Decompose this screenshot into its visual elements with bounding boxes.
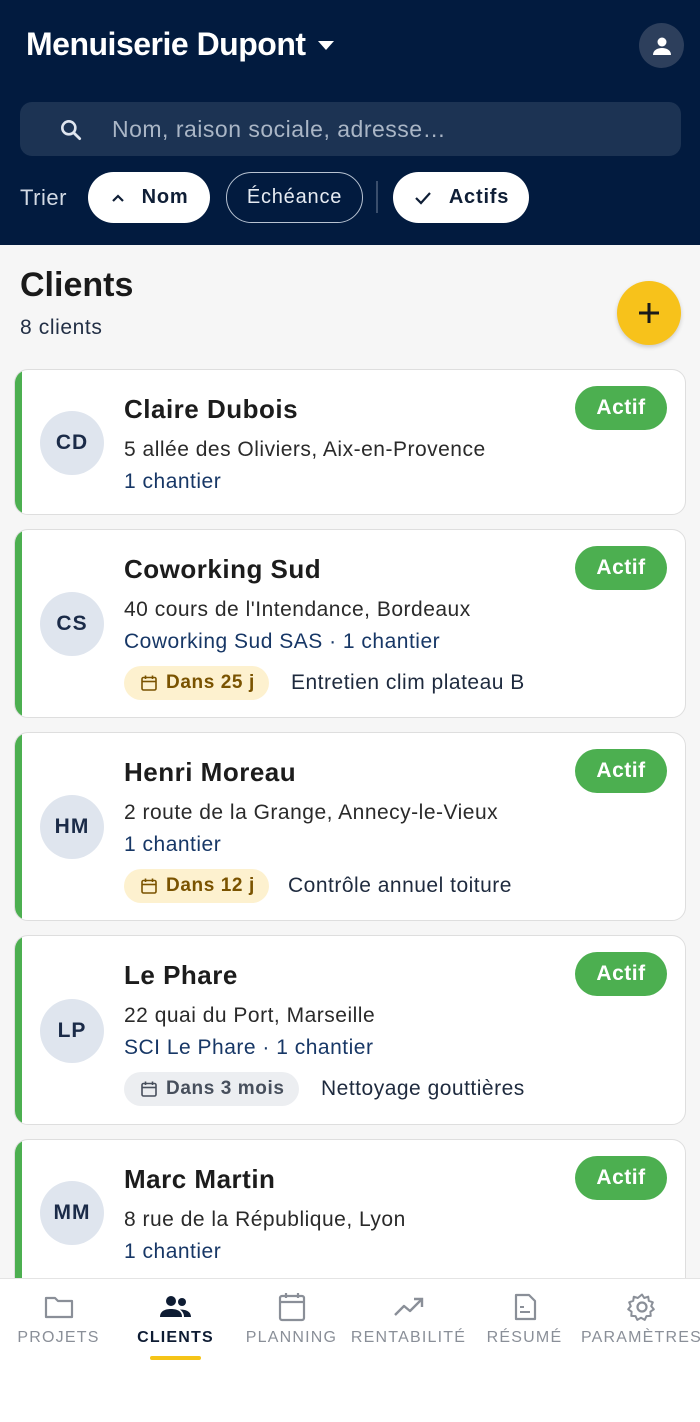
- search-bar: [20, 102, 681, 156]
- client-name: Coworking Sud: [124, 554, 322, 584]
- sort-chip-echeance[interactable]: Échéance: [226, 172, 363, 223]
- client-meta: SCI Le Phare · 1 chantier: [124, 1036, 374, 1059]
- due-label: Dans 3 mois: [166, 1078, 285, 1099]
- nav-label: PROJETS: [17, 1329, 100, 1346]
- client-card[interactable]: HM Henri Moreau 2 route de la Grange, An…: [14, 732, 686, 921]
- document-icon: [514, 1293, 536, 1321]
- company-switcher[interactable]: Menuiserie Dupont: [26, 26, 334, 63]
- due-badge: Dans 12 j: [124, 869, 269, 903]
- chip-label: Échéance: [246, 186, 343, 208]
- app-header: Menuiserie Dupont Trier Nom Échéance Act…: [0, 0, 700, 245]
- nav-label: PARAMÈTRES: [580, 1329, 700, 1346]
- due-label: Dans 25 j: [166, 672, 255, 693]
- client-address: 5 allée des Oliviers, Aix-en-Provence: [124, 438, 486, 461]
- client-name: Marc Martin: [124, 1164, 276, 1194]
- nav-item-parametres[interactable]: PARAMÈTRES: [580, 1279, 700, 1379]
- search-icon: [61, 120, 82, 141]
- nav-item-resume[interactable]: RÉSUMÉ: [466, 1279, 583, 1379]
- folder-icon: [44, 1296, 73, 1319]
- calendar-icon: [141, 1081, 157, 1097]
- profile-button[interactable]: [639, 23, 684, 68]
- chip-label: Nom: [141, 186, 189, 208]
- calendar-icon: [141, 675, 157, 691]
- client-card[interactable]: LP Le Phare 22 quai du Port, Marseille S…: [14, 935, 686, 1125]
- sort-chip-name[interactable]: Nom: [88, 172, 210, 223]
- bottom-nav: PROJETS CLIENTS PLANNING RENTABILITÉ RÉS…: [0, 1278, 700, 1422]
- chip-label: Actifs: [448, 186, 510, 208]
- calendar-icon: [278, 1293, 305, 1322]
- search-input[interactable]: [112, 102, 672, 156]
- client-meta: 1 chantier: [124, 470, 222, 493]
- person-icon: [652, 37, 671, 55]
- due-badge: Dans 25 j: [124, 666, 269, 700]
- nav-label: RÉSUMÉ: [486, 1329, 563, 1346]
- client-meta: 1 chantier: [124, 833, 222, 856]
- task-label: Contrôle annuel toiture: [288, 874, 512, 897]
- check-icon: [415, 191, 431, 205]
- status-bar: [15, 733, 22, 920]
- company-name: Menuiserie Dupont: [26, 26, 306, 62]
- people-icon: [159, 1296, 191, 1317]
- plus-icon: [639, 303, 659, 323]
- nav-item-projets[interactable]: PROJETS: [0, 1279, 117, 1379]
- status-badge: Actif: [575, 546, 667, 590]
- status-badge: Actif: [575, 749, 667, 793]
- client-meta: 1 chantier: [124, 1240, 222, 1263]
- status-badge: Actif: [575, 386, 667, 430]
- caret-down-icon: [317, 41, 334, 50]
- nav-item-rentabilite[interactable]: RENTABILITÉ: [350, 1279, 467, 1379]
- gear-icon: [626, 1293, 655, 1321]
- client-name: Henri Moreau: [124, 757, 297, 787]
- client-meta: Coworking Sud SAS · 1 chantier: [124, 630, 441, 653]
- chevron-up-icon: [111, 193, 124, 202]
- nav-label: RENTABILITÉ: [350, 1329, 467, 1346]
- client-address: 2 route de la Grange, Annecy-le-Vieux: [124, 801, 499, 824]
- nav-label: CLIENTS: [137, 1329, 214, 1346]
- avatar: CD: [40, 411, 104, 475]
- client-name: Claire Dubois: [124, 394, 299, 424]
- status-bar: [15, 370, 22, 514]
- chip-divider: [376, 181, 378, 213]
- client-address: 40 cours de l'Intendance, Bordeaux: [124, 598, 471, 621]
- filter-chip-actifs[interactable]: Actifs: [393, 172, 529, 223]
- page-title: Clients: [20, 266, 134, 304]
- avatar: HM: [40, 795, 104, 859]
- avatar: LP: [40, 999, 104, 1063]
- status-bar: [15, 936, 22, 1124]
- add-client-button[interactable]: [617, 281, 681, 345]
- task-label: Nettoyage gouttières: [321, 1077, 525, 1100]
- nav-item-planning[interactable]: PLANNING: [233, 1279, 350, 1379]
- sort-label: Trier: [20, 185, 67, 210]
- client-name: Le Phare: [124, 960, 238, 990]
- nav-item-clients[interactable]: CLIENTS: [117, 1279, 234, 1379]
- due-badge: Dans 3 mois: [124, 1072, 299, 1106]
- active-tab-indicator: [150, 1356, 201, 1360]
- trending-up-icon: [393, 1297, 423, 1316]
- client-card[interactable]: CS Coworking Sud 40 cours de l'Intendanc…: [14, 529, 686, 718]
- client-count: 8 clients: [20, 316, 103, 339]
- calendar-icon: [141, 878, 157, 894]
- client-address: 22 quai du Port, Marseille: [124, 1004, 376, 1027]
- task-label: Entretien clim plateau B: [291, 671, 525, 694]
- status-badge: Actif: [575, 1156, 667, 1200]
- due-label: Dans 12 j: [166, 875, 255, 896]
- nav-label: PLANNING: [245, 1329, 338, 1346]
- avatar: MM: [40, 1181, 104, 1245]
- status-badge: Actif: [575, 952, 667, 996]
- client-card[interactable]: CD Claire Dubois 5 allée des Oliviers, A…: [14, 369, 686, 515]
- avatar: CS: [40, 592, 104, 656]
- client-address: 8 rue de la République, Lyon: [124, 1208, 406, 1231]
- status-bar: [15, 530, 22, 717]
